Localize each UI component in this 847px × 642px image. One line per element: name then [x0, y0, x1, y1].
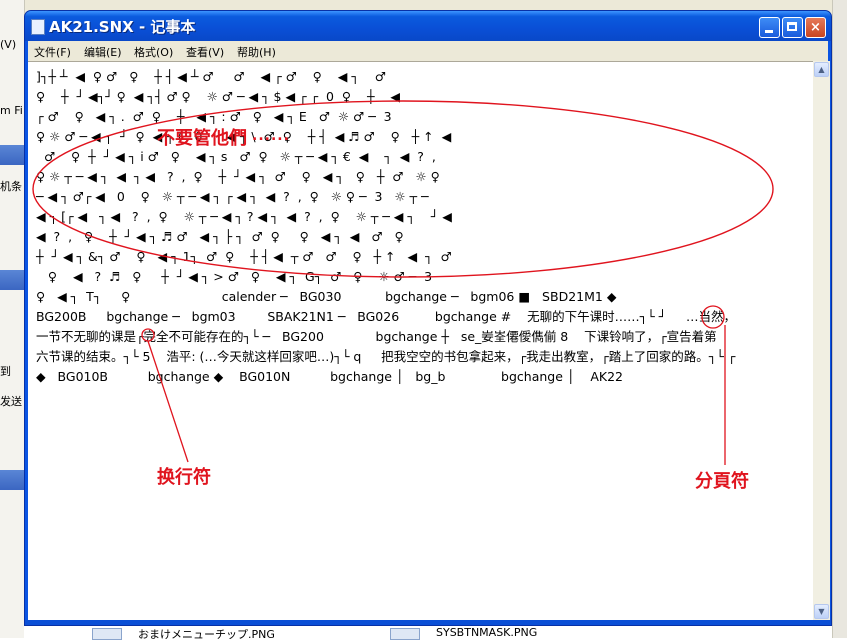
- window-title: AK21.SNX - 记事本: [49, 18, 196, 36]
- maximize-button[interactable]: [782, 17, 803, 38]
- background-label: 机条: [0, 180, 22, 193]
- menu-help[interactable]: 帮助(H): [237, 44, 276, 60]
- text-line: ♂ ♀ ┼ ┘ ◀ ┐ i ♂ ♀ ◀ ┐ s ♂ ♀ ☼ ┬ ─ ◀ ┐ € …: [36, 149, 436, 164]
- scroll-up-icon[interactable]: ▲: [814, 62, 829, 77]
- menu-view[interactable]: 查看(V): [186, 44, 224, 60]
- text-line: 六节课的结束。┐└ 5 浩平: (…今天就这样回家吧…)┐└ q 把我空空的书包…: [36, 349, 736, 364]
- scroll-down-icon[interactable]: ▼: [814, 604, 829, 619]
- text-line: ◆ BG010B bgchange ◆ BG010N bgchange │ bg…: [36, 369, 623, 384]
- background-header-bar: [0, 470, 24, 490]
- text-line: ─ ◀ ┐ ♂┌ ◀ 0 ♀ ☼ ┬ ─ ◀ ┐ ┌ ◀ ┐ ◀ ? , ♀ ☼…: [36, 189, 429, 204]
- background-label: 到: [0, 365, 11, 378]
- background-header-bar: [0, 145, 24, 165]
- menu-format[interactable]: 格式(O): [134, 44, 173, 60]
- background-header-bar: [0, 270, 24, 290]
- menu-edit[interactable]: 编辑(E): [84, 44, 122, 60]
- image-file-icon: [92, 628, 122, 640]
- image-file-icon: [390, 628, 420, 640]
- background-label: (V): [0, 38, 17, 51]
- notepad-icon: [31, 19, 45, 35]
- minimize-button[interactable]: [759, 17, 780, 38]
- close-icon: ×: [810, 20, 821, 35]
- background-label: m Fi: [0, 104, 23, 117]
- file-item[interactable]: おまけメニューチップ.PNG: [138, 626, 275, 642]
- background-label: 发送: [0, 395, 22, 408]
- text-line: ♀ ◀ ? ♬ ♀ ┼ ┘ ◀ ┐ > ♂ ♀ ◀ ┐ G┐ ♂ ♀ ☼ ♂ ─…: [36, 269, 433, 284]
- window-bottom-border: [25, 620, 831, 625]
- text-line: ◀ ┐ [┌ ◀ ┐ ◀ ? , ♀ ☼ ┬ ─ ◀ ┐ ? ◀ ┐ ◀ ? ,…: [36, 209, 452, 224]
- text-line: ♀ ◀ ┐ T┐ ♀ calender ─ BG030 bgchange ─ b…: [36, 289, 617, 304]
- text-line: ♀ ┼ ┘ ◀┐┘ ♀ ◀ ┐┤ ♂ ♀ ☼ ♂ ─ ◀ ┐ $ ◀ ┌ ┌ 0…: [36, 89, 401, 104]
- text-line: ┼ ┘ ◀ ┐ &┐ ♂ ♀ ◀ ┐ 1┐ ♂ ♀ ┼ ┤ ◀ ┬ ♂ ♂ ♀ …: [36, 249, 452, 264]
- notepad-window: AK21.SNX - 记事本 × 文件(F) 编辑(E) 格式(O) 查看(V)…: [24, 10, 832, 626]
- text-line: BG200B bgchange ─ bgm03 SBAK21N1 ─ BG026…: [36, 309, 737, 324]
- menu-bar: 文件(F) 编辑(E) 格式(O) 查看(V) 帮助(H): [28, 41, 828, 61]
- text-line: ♀ ☼ ┬ ─ ◀ ┐ ◀ ┐ ◀ ? , ♀ ┼ ┘ ◀ ┐ ♂ ♀ ◀ ┐ …: [36, 169, 440, 184]
- pagebreak-annotation: 分頁符: [695, 471, 749, 492]
- newline-annotation: 换行符: [157, 467, 211, 488]
- background-scrollbar[interactable]: [832, 0, 847, 638]
- title-bar[interactable]: AK21.SNX - 记事本 ×: [25, 11, 831, 41]
- text-editor[interactable]: ]┐┼ ┴ ◀ ♀ ♂ ♀ ┼ ┤ ◀ ┴ ♂ ♂ ◀ ┌ ♂ ♀ ◀ ┐ ♂ …: [28, 61, 813, 621]
- close-button[interactable]: ×: [805, 17, 826, 38]
- text-line: ◀ ? , ♀ ┼ ┘ ◀ ┐ ♬ ♂ ◀ ┐ ├ ┐ ♂ ♀ ♀ ◀ ┐ ◀ …: [36, 229, 404, 244]
- ignore-annotation-dots: ......: [252, 128, 290, 144]
- minimize-icon: [765, 30, 773, 33]
- text-line: 一节不无聊的课是┌完全不可能存在的┐└ ─ BG200 bgchange ┼ s…: [36, 329, 717, 344]
- text-line: ]┐┼ ┴ ◀ ♀ ♂ ♀ ┼ ┤ ◀ ┴ ♂ ♂ ◀ ┌ ♂ ♀ ◀ ┐ ♂: [36, 69, 386, 84]
- maximize-icon: [787, 22, 797, 31]
- ignore-annotation: 不要管他們: [157, 128, 247, 149]
- background-left-panel: [0, 0, 25, 638]
- vertical-scrollbar[interactable]: ▲ ▼: [813, 61, 830, 620]
- menu-file[interactable]: 文件(F): [34, 44, 71, 60]
- file-item[interactable]: SYSBTNMASK.PNG: [436, 626, 537, 639]
